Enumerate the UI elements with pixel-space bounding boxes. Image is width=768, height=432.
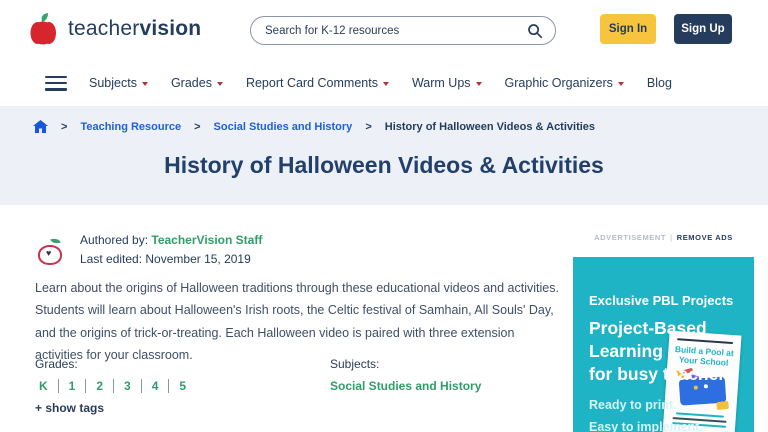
ad-line-1: Ready to print. [589, 398, 677, 412]
pbl-ad-banner[interactable]: Exclusive PBL Projects Project-Based Lea… [573, 257, 754, 432]
breadcrumb-separator: > [365, 121, 371, 133]
home-icon[interactable] [33, 120, 48, 134]
main-nav: Subjects Grades Report Card Comments War… [0, 60, 768, 106]
site-header: teachervision Sign In Sign Up [0, 0, 768, 60]
show-tags-toggle[interactable]: + show tags [35, 401, 104, 415]
logo[interactable]: teachervision [28, 10, 201, 48]
subjects-block: Subjects: Social Studies and History [330, 357, 481, 393]
chevron-down-icon [383, 82, 389, 86]
breadcrumb-link-teaching-resource[interactable]: Teaching Resource [80, 121, 181, 133]
grades-list: K 1 2 3 4 5 [35, 379, 196, 393]
hamburger-menu-icon[interactable] [45, 76, 67, 91]
page-title: History of Halloween Videos & Activities [0, 152, 768, 179]
grade-link[interactable]: K [35, 379, 58, 393]
nav-grades[interactable]: Grades [171, 76, 223, 90]
ad-line-2: Easy to implement. [589, 420, 703, 432]
breadcrumb-link-social-studies[interactable]: Social Studies and History [214, 121, 353, 133]
search-bar [250, 16, 556, 45]
nav-report-card-comments[interactable]: Report Card Comments [246, 76, 389, 90]
breadcrumb: > Teaching Resource > Social Studies and… [33, 120, 595, 134]
apple-author-icon: ♥ [38, 239, 65, 265]
sign-in-button[interactable]: Sign In [600, 14, 656, 44]
grade-link[interactable]: 4 [141, 379, 169, 393]
hero-band: > Teaching Resource > Social Studies and… [0, 106, 768, 205]
grades-label: Grades: [35, 357, 196, 371]
author-link[interactable]: TeacherVision Staff [151, 233, 262, 247]
subject-link[interactable]: Social Studies and History [330, 379, 481, 393]
grades-block: Grades: K 1 2 3 4 5 [35, 357, 196, 393]
advertisement-label: ADVERTISEMENT [594, 233, 666, 242]
nav-subjects[interactable]: Subjects [89, 76, 148, 90]
last-edited-line: Last edited: November 15, 2019 [80, 250, 262, 269]
breadcrumb-separator: > [61, 121, 67, 133]
brand-text: teachervision [68, 17, 201, 41]
sign-up-button[interactable]: Sign Up [674, 14, 732, 44]
grade-link[interactable]: 1 [58, 379, 86, 393]
subjects-label: Subjects: [330, 357, 481, 371]
grade-link[interactable]: 2 [85, 379, 113, 393]
ad-eyebrow: Exclusive PBL Projects [589, 293, 733, 308]
ad-meta-row: ADVERTISEMENT|REMOVE ADS [573, 233, 754, 242]
chevron-down-icon [217, 82, 223, 86]
chevron-down-icon [476, 82, 482, 86]
nav-warm-ups[interactable]: Warm Ups [412, 76, 482, 90]
description-text: Learn about the origins of Halloween tra… [35, 277, 565, 367]
apple-logo-icon [28, 10, 60, 48]
ad-headline: Project-Based Learning for busy teachers [589, 317, 735, 386]
nav-blog[interactable]: Blog [647, 76, 672, 90]
page: teachervision Sign In Sign Up Subjects G… [0, 0, 768, 432]
remove-ads-link[interactable]: REMOVE ADS [677, 233, 733, 242]
breadcrumb-current: History of Halloween Videos & Activities [385, 121, 595, 133]
grade-link[interactable]: 5 [168, 379, 196, 393]
authored-by-line: Authored by: TeacherVision Staff [80, 231, 262, 250]
chevron-down-icon [618, 82, 624, 86]
chevron-down-icon [142, 82, 148, 86]
breadcrumb-separator: > [194, 121, 200, 133]
author-block: ♥ Authored by: TeacherVision Staff Last … [38, 231, 262, 269]
search-input[interactable] [265, 25, 527, 37]
nav-graphic-organizers[interactable]: Graphic Organizers [505, 76, 624, 90]
grade-link[interactable]: 3 [113, 379, 141, 393]
search-icon[interactable] [527, 23, 543, 39]
